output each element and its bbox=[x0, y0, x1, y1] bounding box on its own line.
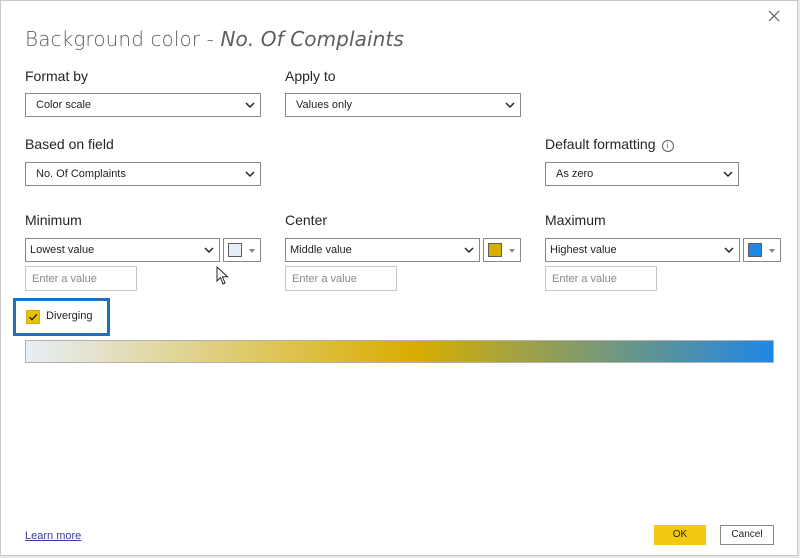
checkmark-icon bbox=[29, 313, 38, 321]
caret-down-icon bbox=[769, 249, 775, 253]
minimum-color-swatch bbox=[228, 243, 242, 257]
center-color-picker[interactable] bbox=[483, 238, 521, 262]
center-color-swatch bbox=[488, 243, 502, 257]
chevron-down-icon bbox=[723, 171, 733, 178]
minimum-value: Lowest value bbox=[30, 244, 95, 256]
color-scale-preview bbox=[25, 340, 774, 363]
default-formatting-value: As zero bbox=[556, 168, 594, 180]
title-field: No. Of Complaints bbox=[220, 27, 404, 51]
apply-to-label: Apply to bbox=[285, 68, 336, 84]
default-formatting-label: Default formatting i bbox=[545, 136, 674, 152]
chevron-down-icon bbox=[245, 102, 255, 109]
default-formatting-text: Default formatting bbox=[545, 136, 656, 152]
title-prefix: Background color - bbox=[25, 27, 221, 51]
dialog-title: Background color - No. Of Complaints bbox=[25, 27, 404, 51]
based-on-field-label: Based on field bbox=[25, 136, 114, 152]
center-select[interactable]: Middle value bbox=[285, 238, 480, 262]
format-by-value: Color scale bbox=[36, 99, 92, 111]
chevron-down-icon bbox=[204, 247, 214, 254]
maximum-color-swatch bbox=[748, 243, 762, 257]
info-icon[interactable]: i bbox=[661, 140, 674, 152]
based-on-field-value: No. Of Complaints bbox=[36, 168, 126, 180]
maximum-value-input[interactable] bbox=[545, 266, 657, 291]
apply-to-select[interactable]: Values only bbox=[285, 93, 521, 117]
chevron-down-icon bbox=[724, 247, 734, 254]
center-value-input[interactable] bbox=[285, 266, 397, 291]
minimum-value-input[interactable] bbox=[25, 266, 137, 291]
caret-down-icon bbox=[509, 249, 515, 253]
maximum-value: Highest value bbox=[550, 244, 617, 256]
background-color-dialog: Background color - No. Of Complaints For… bbox=[0, 0, 798, 556]
center-value: Middle value bbox=[290, 244, 352, 256]
minimum-color-picker[interactable] bbox=[223, 238, 261, 262]
diverging-checkbox[interactable] bbox=[26, 310, 40, 324]
minimum-label: Minimum bbox=[25, 212, 82, 228]
apply-to-value: Values only bbox=[296, 99, 353, 111]
close-icon[interactable] bbox=[767, 9, 781, 23]
maximum-label: Maximum bbox=[545, 212, 606, 228]
format-by-select[interactable]: Color scale bbox=[25, 93, 261, 117]
maximum-select[interactable]: Highest value bbox=[545, 238, 740, 262]
learn-more-link[interactable]: Learn more bbox=[25, 530, 81, 542]
format-by-label: Format by bbox=[25, 68, 89, 84]
center-label: Center bbox=[285, 212, 328, 228]
chevron-down-icon bbox=[245, 171, 255, 178]
caret-down-icon bbox=[249, 249, 255, 253]
chevron-down-icon bbox=[464, 247, 474, 254]
cancel-button[interactable]: Cancel bbox=[720, 525, 774, 545]
ok-button[interactable]: OK bbox=[654, 525, 706, 545]
diverging-highlight: Diverging bbox=[13, 298, 110, 336]
minimum-select[interactable]: Lowest value bbox=[25, 238, 220, 262]
chevron-down-icon bbox=[505, 102, 515, 109]
mouse-cursor-icon bbox=[216, 266, 229, 285]
maximum-color-picker[interactable] bbox=[743, 238, 781, 262]
default-formatting-select[interactable]: As zero bbox=[545, 162, 739, 186]
based-on-field-select[interactable]: No. Of Complaints bbox=[25, 162, 261, 186]
diverging-label: Diverging bbox=[46, 310, 93, 322]
